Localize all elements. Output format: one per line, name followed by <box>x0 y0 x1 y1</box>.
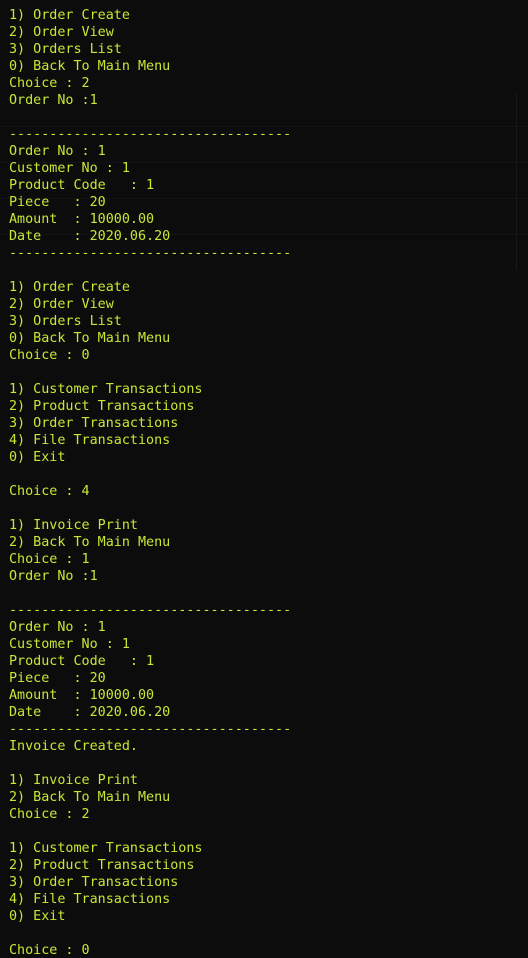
console-line: 1) Customer Transactions <box>9 841 203 856</box>
console-line: Product Code : 1 <box>9 654 155 669</box>
console-line: Choice : 0 <box>9 348 90 363</box>
console-line: 3) Order Transactions <box>9 875 179 890</box>
console-line: Order No :1 <box>9 93 98 108</box>
console-line: ----------------------------------- <box>9 246 292 261</box>
console-line: Piece : 20 <box>9 671 106 686</box>
console-line: Order No : 1 <box>9 620 106 635</box>
console-line: Order No : 1 <box>9 144 106 159</box>
console-line: 1) Customer Transactions <box>9 382 203 397</box>
console-line: Invoice Created. <box>9 739 138 754</box>
console-line: Date : 2020.06.20 <box>9 705 171 720</box>
console-line: 4) File Transactions <box>9 892 171 907</box>
console-line: 4) File Transactions <box>9 433 171 448</box>
background-column-divider <box>516 92 517 270</box>
console-line: ----------------------------------- <box>9 127 292 142</box>
console-line: 1) Invoice Print <box>9 518 138 533</box>
console-line: Product Code : 1 <box>9 178 155 193</box>
console-line: Choice : 2 <box>9 807 90 822</box>
console-line: 2) Product Transactions <box>9 399 195 414</box>
console-line: 1) Invoice Print <box>9 773 138 788</box>
console-line: 0) Back To Main Menu <box>9 331 171 346</box>
console-line: 2) Back To Main Menu <box>9 535 171 550</box>
console-line: 2) Product Transactions <box>9 858 195 873</box>
console-line: Amount : 10000.00 <box>9 212 155 227</box>
console-line: 1) Order Create <box>9 8 130 23</box>
console-line: Choice : 1 <box>9 552 90 567</box>
console-line: ----------------------------------- <box>9 603 292 618</box>
console-line: Piece : 20 <box>9 195 106 210</box>
console-line: 3) Orders List <box>9 42 122 57</box>
console-line: Order No :1 <box>9 569 98 584</box>
console-line: Choice : 4 <box>9 484 90 499</box>
console-line: Date : 2020.06.20 <box>9 229 171 244</box>
console-line: 0) Exit <box>9 909 66 924</box>
console-line: Customer No : 1 <box>9 161 130 176</box>
console-line: Choice : 2 <box>9 76 90 91</box>
console-window[interactable]: 1) Order Create 2) Order View 3) Orders Li… <box>0 0 528 958</box>
console-line: 2) Back To Main Menu <box>9 790 171 805</box>
console-line: 3) Orders List <box>9 314 122 329</box>
console-line: 0) Back To Main Menu <box>9 59 171 74</box>
console-line: Amount : 10000.00 <box>9 688 155 703</box>
console-line: Customer No : 1 <box>9 637 130 652</box>
console-line: 2) Order View <box>9 25 114 40</box>
console-line: ----------------------------------- <box>9 722 292 737</box>
console-line: 2) Order View <box>9 297 114 312</box>
console-line: 0) Exit <box>9 450 66 465</box>
console-output: 1) Order Create 2) Order View 3) Orders Li… <box>9 7 291 958</box>
console-line: 1) Order Create <box>9 280 130 295</box>
console-line: Choice : 0 <box>9 943 90 958</box>
console-line: 3) Order Transactions <box>9 416 179 431</box>
